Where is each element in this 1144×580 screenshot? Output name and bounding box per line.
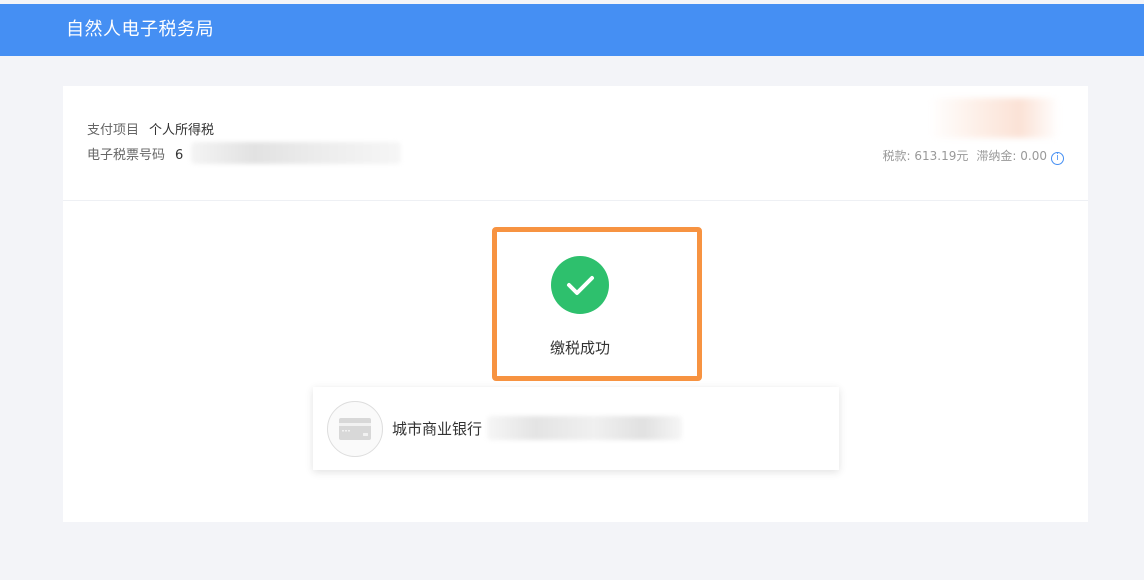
payment-success-text: 缴税成功 [549, 339, 610, 357]
late-fee-label: 滞纳金: [976, 149, 1017, 163]
tax-ticket-value: 6 [175, 148, 184, 163]
divider [63, 200, 1088, 201]
redacted-total-amount [929, 98, 1059, 138]
tax-label: 税款: [882, 149, 911, 163]
payment-item-label: 支付项目 [87, 123, 140, 138]
app-title: 自然人电子税务局 [66, 19, 214, 40]
payment-item-row: 支付项目 个人所得税 [87, 122, 214, 140]
bank-name: 城市商业银行 [392, 420, 483, 438]
redacted-bank-account [487, 416, 682, 440]
check-circle-icon [551, 256, 609, 314]
app-header: 自然人电子税务局 [0, 4, 1144, 56]
tax-ticket-label: 电子税票号码 [87, 148, 166, 163]
success-highlight-box: 缴税成功 [492, 227, 702, 381]
info-icon[interactable]: i [1051, 152, 1064, 165]
bank-card-info: 城市商业银行 [313, 387, 839, 470]
late-fee-value: 0.00 [1020, 149, 1047, 163]
payment-result-card: 支付项目 个人所得税 电子税票号码 6 税款: 613.19元 滞纳金: 0.00 i … [63, 86, 1088, 522]
tax-value: 613.19元 [914, 149, 969, 163]
bank-card-icon [327, 401, 383, 457]
tax-breakdown: 税款: 613.19元 滞纳金: 0.00 i [883, 148, 1064, 165]
payment-item-value: 个人所得税 [149, 123, 215, 138]
tax-ticket-row: 电子税票号码 6 [87, 147, 183, 165]
redacted-ticket-number [191, 142, 401, 164]
